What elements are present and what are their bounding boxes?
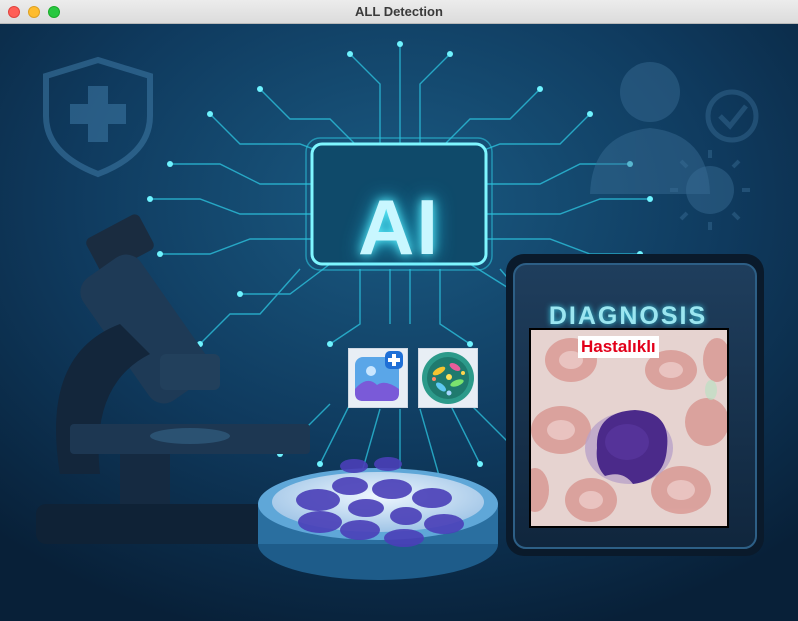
image-add-icon bbox=[355, 351, 403, 401]
title-bar: ALL Detection bbox=[0, 0, 798, 24]
main-canvas: AI DIAGNOSIS Hastalıklı bbox=[0, 24, 798, 621]
diagnosis-result-label: Hastalıklı bbox=[578, 336, 659, 358]
bacteria-icon bbox=[422, 352, 474, 404]
blood-smear-image bbox=[531, 330, 727, 526]
diagnosis-title: DIAGNOSIS bbox=[548, 302, 708, 330]
analyze-button[interactable] bbox=[418, 348, 478, 408]
app-window: ALL Detection AI DIAGNOSIS Hastalıklı bbox=[0, 0, 798, 621]
ai-chip-label: AI bbox=[358, 183, 440, 271]
window-title: ALL Detection bbox=[355, 4, 443, 19]
upload-image-button[interactable] bbox=[348, 348, 408, 408]
diagnosis-image: Hastalıklı bbox=[529, 328, 729, 528]
